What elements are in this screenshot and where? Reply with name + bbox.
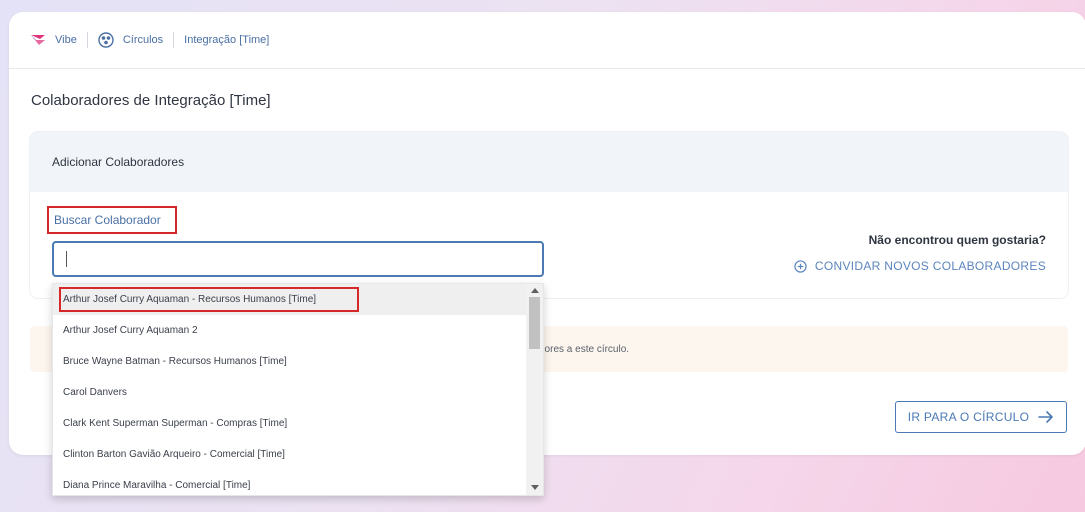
arrow-right-icon (1038, 411, 1054, 423)
scroll-up-arrow-icon[interactable] (531, 288, 539, 293)
vibe-logo-icon (31, 35, 45, 45)
dropdown-option[interactable]: Clinton Barton Gavião Arqueiro - Comerci… (53, 439, 527, 470)
go-to-circle-button[interactable]: IR PARA O CÍRCULO (895, 401, 1067, 433)
invite-label: CONVIDAR NOVOS COLABORADORES (814, 259, 1046, 273)
breadcrumb-label-vibe: Vibe (55, 34, 77, 46)
page-title: Colaboradores de Integração [Time] (31, 92, 271, 109)
breadcrumb-label-integracao: Integração [Time] (184, 34, 270, 46)
breadcrumb-item-circulos[interactable]: Círculos (98, 32, 163, 48)
search-label-text: Buscar Colaborador (54, 213, 161, 227)
dropdown-option[interactable]: Diana Prince Maravilha - Comercial [Time… (53, 470, 527, 495)
breadcrumb-item-vibe[interactable]: Vibe (31, 34, 77, 46)
search-collaborator-label: Buscar Colaborador (47, 206, 177, 234)
dropdown-list: Arthur Josef Curry Aquaman - Recursos Hu… (53, 284, 527, 495)
panel-header: Adicionar Colaboradores (30, 132, 1068, 192)
header-divider (9, 68, 1085, 69)
dropdown-option[interactable]: Clark Kent Superman Superman - Compras [… (53, 408, 527, 439)
dropdown-scrollbar[interactable] (526, 284, 543, 495)
text-caret (66, 251, 67, 267)
breadcrumb-item-integracao[interactable]: Integração [Time] (184, 34, 269, 46)
not-found-text: Não encontrou quem gostaria? (868, 233, 1046, 247)
breadcrumb: Vibe Círculos Integração [Time] (31, 30, 269, 50)
scroll-thumb[interactable] (529, 297, 540, 349)
scroll-down-arrow-icon[interactable] (531, 485, 539, 490)
dropdown-option[interactable]: Bruce Wayne Batman - Recursos Humanos [T… (53, 346, 527, 377)
go-to-circle-label: IR PARA O CÍRCULO (907, 410, 1030, 424)
collaborator-dropdown: Arthur Josef Curry Aquaman - Recursos Hu… (52, 283, 544, 496)
breadcrumb-separator (173, 32, 175, 48)
warning-text: dores a este círculo. (539, 343, 630, 355)
breadcrumb-label-circulos: Círculos (122, 34, 164, 46)
invite-new-collaborators-button[interactable]: CONVIDAR NOVOS COLABORADORES (794, 258, 1046, 274)
dropdown-option[interactable]: Arthur Josef Curry Aquaman - Recursos Hu… (53, 284, 527, 315)
search-collaborator-input[interactable] (52, 241, 544, 277)
breadcrumb-separator (86, 32, 88, 48)
circles-icon (98, 32, 114, 48)
dropdown-option[interactable]: Arthur Josef Curry Aquaman 2 (53, 315, 527, 346)
plus-circle-icon (794, 259, 807, 273)
dropdown-option[interactable]: Carol Danvers (53, 377, 527, 408)
